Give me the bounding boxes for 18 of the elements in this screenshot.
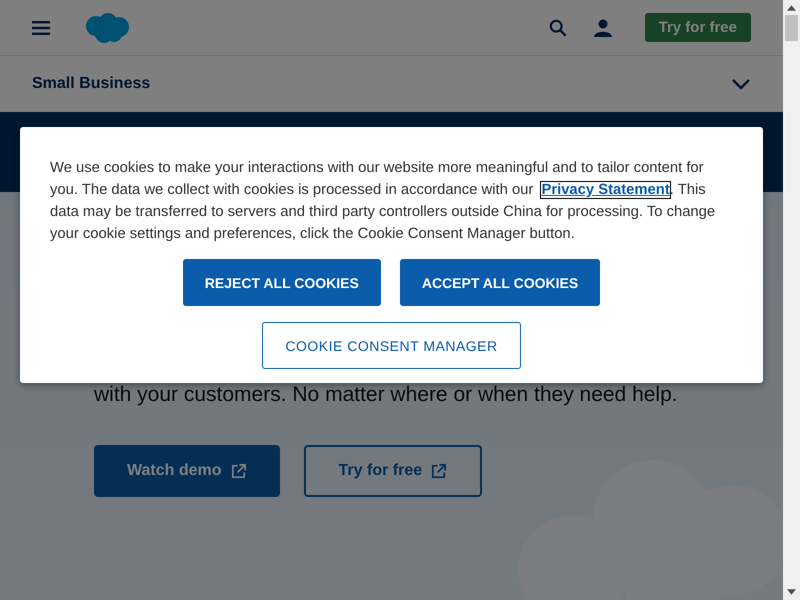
external-link-icon: [430, 462, 448, 480]
menu-icon[interactable]: [32, 20, 50, 34]
scrollbar[interactable]: [783, 0, 800, 600]
scroll-up-icon[interactable]: [787, 5, 796, 11]
external-link-icon: [230, 462, 247, 480]
cookie-button[interactable]: COOKIE CONSENT MANAGER: [262, 322, 521, 369]
privacy-statement-link[interactable]: Privacy Statement: [541, 182, 670, 198]
cookie-button[interactable]: REJECT ALL COOKIES: [182, 259, 381, 306]
cookie-button[interactable]: ACCEPT ALL COOKIES: [400, 259, 600, 306]
scroll-down-icon[interactable]: [787, 589, 796, 595]
watch-link-button[interactable]: Watch demo: [94, 445, 280, 497]
scroll-thumb[interactable]: [785, 15, 798, 41]
chevron-down-icon[interactable]: [731, 78, 751, 90]
search-icon[interactable]: [548, 18, 567, 36]
cookie-notice-text: We use cookies to make your interactions with our website more meaningful and to tailor content for you. The data we collect with cookies is processed in accordance with our Privacy Statement. This data may be transferred to servers and third party controllers outside China for processing. To change your cookie settings and preferences, click the Cookie Consent Manager button.: [50, 159, 716, 244]
user-icon[interactable]: [592, 18, 613, 38]
hero-text: with your customers. No matter where or when they need help.: [94, 383, 679, 407]
subnav-title[interactable]: Small Business: [32, 75, 150, 93]
